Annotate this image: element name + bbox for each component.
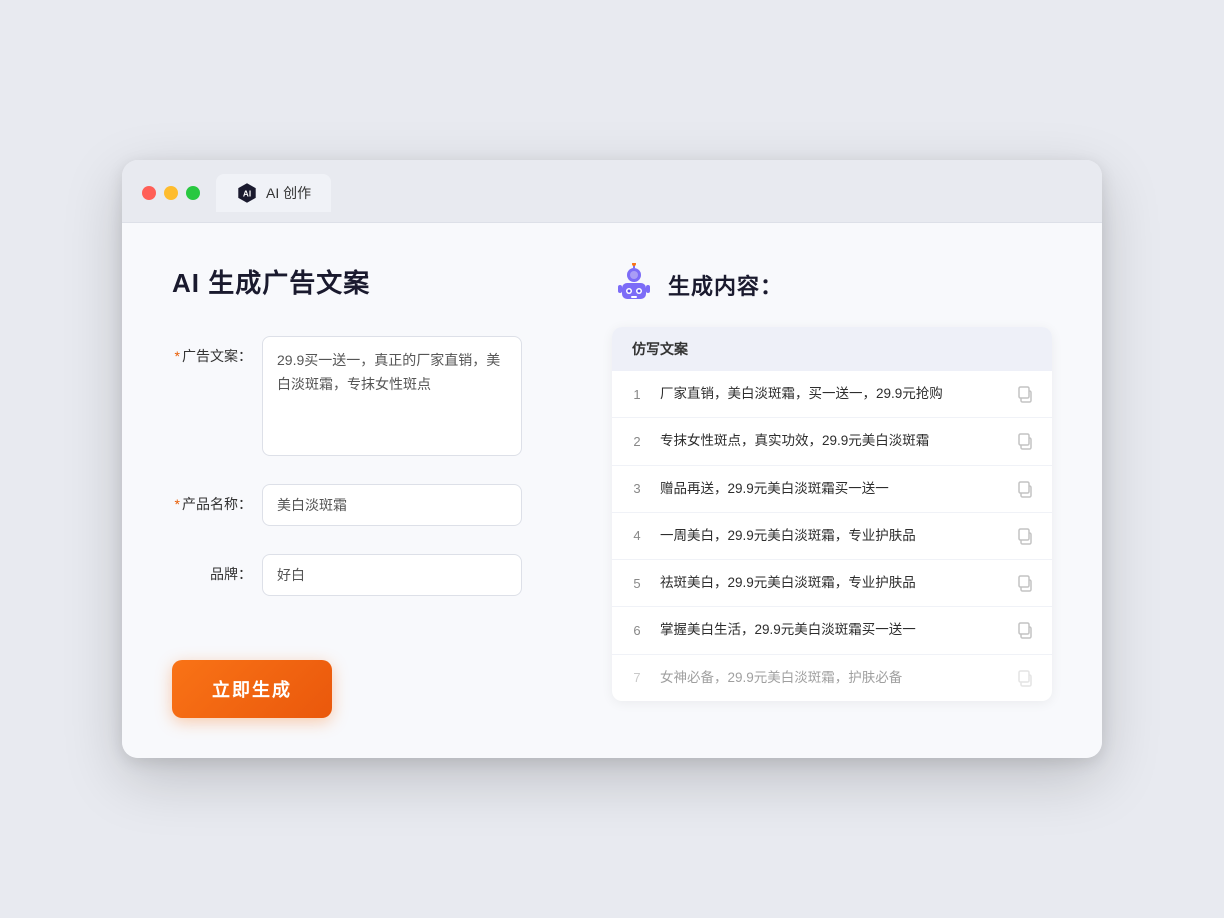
ai-tab-icon: AI [236,182,258,204]
copy-icon[interactable] [1016,384,1036,404]
copy-icon[interactable] [1016,526,1036,546]
result-number: 3 [628,481,646,496]
generate-button[interactable]: 立即生成 [172,660,332,718]
titlebar: AI AI 创作 [122,160,1102,223]
result-item: 4 一周美白，29.9元美白淡斑霜，专业护肤品 [612,513,1052,560]
ad-copy-input[interactable]: 29.9买一送一，真正的厂家直销，美白淡斑霜，专抹女性斑点 [262,336,522,456]
result-text: 掌握美白生活，29.9元美白淡斑霜买一送一 [660,620,1002,640]
copy-icon[interactable] [1016,431,1036,451]
result-item: 2 专抹女性斑点，真实功效，29.9元美白淡斑霜 [612,418,1052,465]
required-star-product: * [175,496,180,512]
result-text: 祛斑美白，29.9元美白淡斑霜，专业护肤品 [660,573,1002,593]
tab-label: AI 创作 [266,183,311,203]
result-text: 专抹女性斑点，真实功效，29.9元美白淡斑霜 [660,431,1002,451]
right-panel: 生成内容： 仿写文案 1 厂家直销，美白淡斑霜，买一送一，29.9元抢购 2 专… [612,263,1052,718]
ad-copy-label: *广告文案： [172,336,252,366]
brand-row: 品牌： [172,554,552,596]
required-star-ad: * [175,348,180,364]
result-item: 3 赠品再送，29.9元美白淡斑霜买一送一 [612,466,1052,513]
result-text: 女神必备，29.9元美白淡斑霜，护肤必备 [660,668,1002,688]
product-name-label: *产品名称： [172,484,252,514]
result-text: 厂家直销，美白淡斑霜，买一送一，29.9元抢购 [660,384,1002,404]
close-button[interactable] [142,186,156,200]
column-label: 仿写文案 [632,341,688,357]
result-number: 6 [628,623,646,638]
main-content: AI 生成广告文案 *广告文案： 29.9买一送一，真正的厂家直销，美白淡斑霜，… [122,223,1102,758]
result-number: 1 [628,387,646,402]
result-item: 5 祛斑美白，29.9元美白淡斑霜，专业护肤品 [612,560,1052,607]
svg-text:AI: AI [243,190,251,199]
result-table-header: 仿写文案 [612,327,1052,371]
result-number: 7 [628,670,646,685]
tab-ai-creation[interactable]: AI AI 创作 [216,174,331,212]
minimize-button[interactable] [164,186,178,200]
result-item: 6 掌握美白生活，29.9元美白淡斑霜买一送一 [612,607,1052,654]
ad-copy-row: *广告文案： 29.9买一送一，真正的厂家直销，美白淡斑霜，专抹女性斑点 [172,336,552,456]
result-text: 一周美白，29.9元美白淡斑霜，专业护肤品 [660,526,1002,546]
copy-icon[interactable] [1016,668,1036,688]
browser-window: AI AI 创作 AI 生成广告文案 *广告文案： 29.9买一送一，真正的厂家… [122,160,1102,758]
results-container: 1 厂家直销，美白淡斑霜，买一送一，29.9元抢购 2 专抹女性斑点，真实功效，… [612,371,1052,701]
page-title: AI 生成广告文案 [172,263,552,300]
result-number: 2 [628,434,646,449]
left-panel: AI 生成广告文案 *广告文案： 29.9买一送一，真正的厂家直销，美白淡斑霜，… [172,263,552,718]
brand-label: 品牌： [172,554,252,584]
copy-icon[interactable] [1016,620,1036,640]
maximize-button[interactable] [186,186,200,200]
copy-icon[interactable] [1016,573,1036,593]
traffic-lights [142,186,200,200]
result-text: 赠品再送，29.9元美白淡斑霜买一送一 [660,479,1002,499]
result-number: 5 [628,576,646,591]
result-header: 生成内容： [612,263,1052,307]
copy-icon[interactable] [1016,479,1036,499]
result-item: 7 女神必备，29.9元美白淡斑霜，护肤必备 [612,655,1052,701]
product-name-input[interactable] [262,484,522,526]
robot-icon [612,263,656,307]
result-item: 1 厂家直销，美白淡斑霜，买一送一，29.9元抢购 [612,371,1052,418]
brand-input[interactable] [262,554,522,596]
result-table: 仿写文案 1 厂家直销，美白淡斑霜，买一送一，29.9元抢购 2 专抹女性斑点，… [612,327,1052,701]
product-name-row: *产品名称： [172,484,552,526]
result-title: 生成内容： [668,269,783,301]
result-number: 4 [628,528,646,543]
